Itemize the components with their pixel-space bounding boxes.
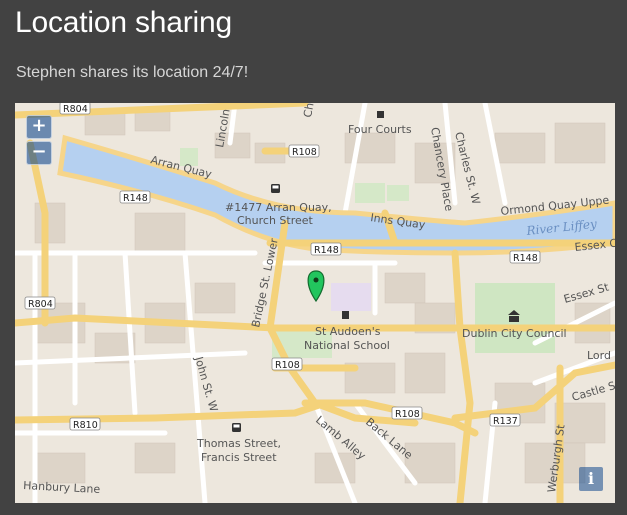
label-thomas-1: Thomas Street,: [196, 437, 281, 450]
label-ch: Ch: [301, 103, 316, 119]
label-essex-st: Essex St: [562, 280, 611, 305]
road-badge-r148-b: R148: [310, 242, 342, 256]
road-badge-r148-c: R148: [509, 250, 541, 264]
attribution-info-button[interactable]: i: [579, 467, 603, 491]
road-badge-r108-c: R108: [391, 406, 423, 420]
svg-text:R148: R148: [123, 193, 148, 204]
zoom-in-button[interactable]: +: [26, 115, 52, 139]
label-four-courts: Four Courts: [348, 123, 412, 136]
zoom-control: + −: [26, 115, 52, 165]
svg-text:R137: R137: [493, 416, 518, 427]
school-icon: [342, 311, 349, 319]
road-badge-r108-a: R108: [288, 144, 320, 158]
label-charles: Charles St. W: [452, 131, 483, 206]
park-area-3: [355, 183, 385, 203]
svg-text:R804: R804: [63, 104, 88, 115]
svg-text:R804: R804: [28, 299, 53, 310]
road-badge-r108-b: R108: [271, 357, 303, 371]
bus-stop-icon: [271, 184, 280, 193]
road-badge-r810: R810: [69, 417, 101, 431]
page-subtitle: Stephen shares its location 24/7!: [16, 64, 249, 81]
school-area: [331, 283, 371, 311]
svg-text:R108: R108: [292, 147, 317, 158]
svg-text:R148: R148: [314, 245, 339, 256]
svg-text:R810: R810: [73, 420, 98, 431]
road-badge-r137: R137: [489, 413, 521, 427]
svg-text:R108: R108: [275, 360, 300, 371]
road-badge-r804-a: R804: [59, 103, 91, 115]
road-badge-r148-a: R148: [119, 190, 151, 204]
svg-text:R108: R108: [395, 409, 420, 420]
label-bus-stop-2: Church Street: [237, 214, 314, 227]
map-view[interactable]: Four Courts Arran Quay #1477 Arran Quay,…: [15, 103, 615, 503]
label-st-audoens-1: St Audoen's: [315, 325, 381, 338]
page-title: Location sharing: [15, 6, 232, 39]
bus-stop-icon-2: [232, 423, 241, 432]
label-castle: Castle S: [570, 379, 615, 404]
label-lord: Lord E: [587, 349, 615, 362]
map-canvas[interactable]: Four Courts Arran Quay #1477 Arran Quay,…: [15, 103, 615, 503]
label-st-audoens-2: National School: [304, 339, 390, 352]
label-dublin-council: Dublin City Council: [462, 327, 567, 340]
zoom-out-button[interactable]: −: [26, 141, 52, 165]
park-area-4: [387, 185, 409, 201]
road-badge-r804-b: R804: [24, 296, 56, 310]
courthouse-icon: [377, 111, 384, 118]
svg-text:R148: R148: [513, 253, 538, 264]
label-bus-stop-1: #1477 Arran Quay,: [225, 201, 332, 214]
label-thomas-2: Francis Street: [201, 451, 277, 464]
location-marker[interactable]: [307, 270, 325, 303]
